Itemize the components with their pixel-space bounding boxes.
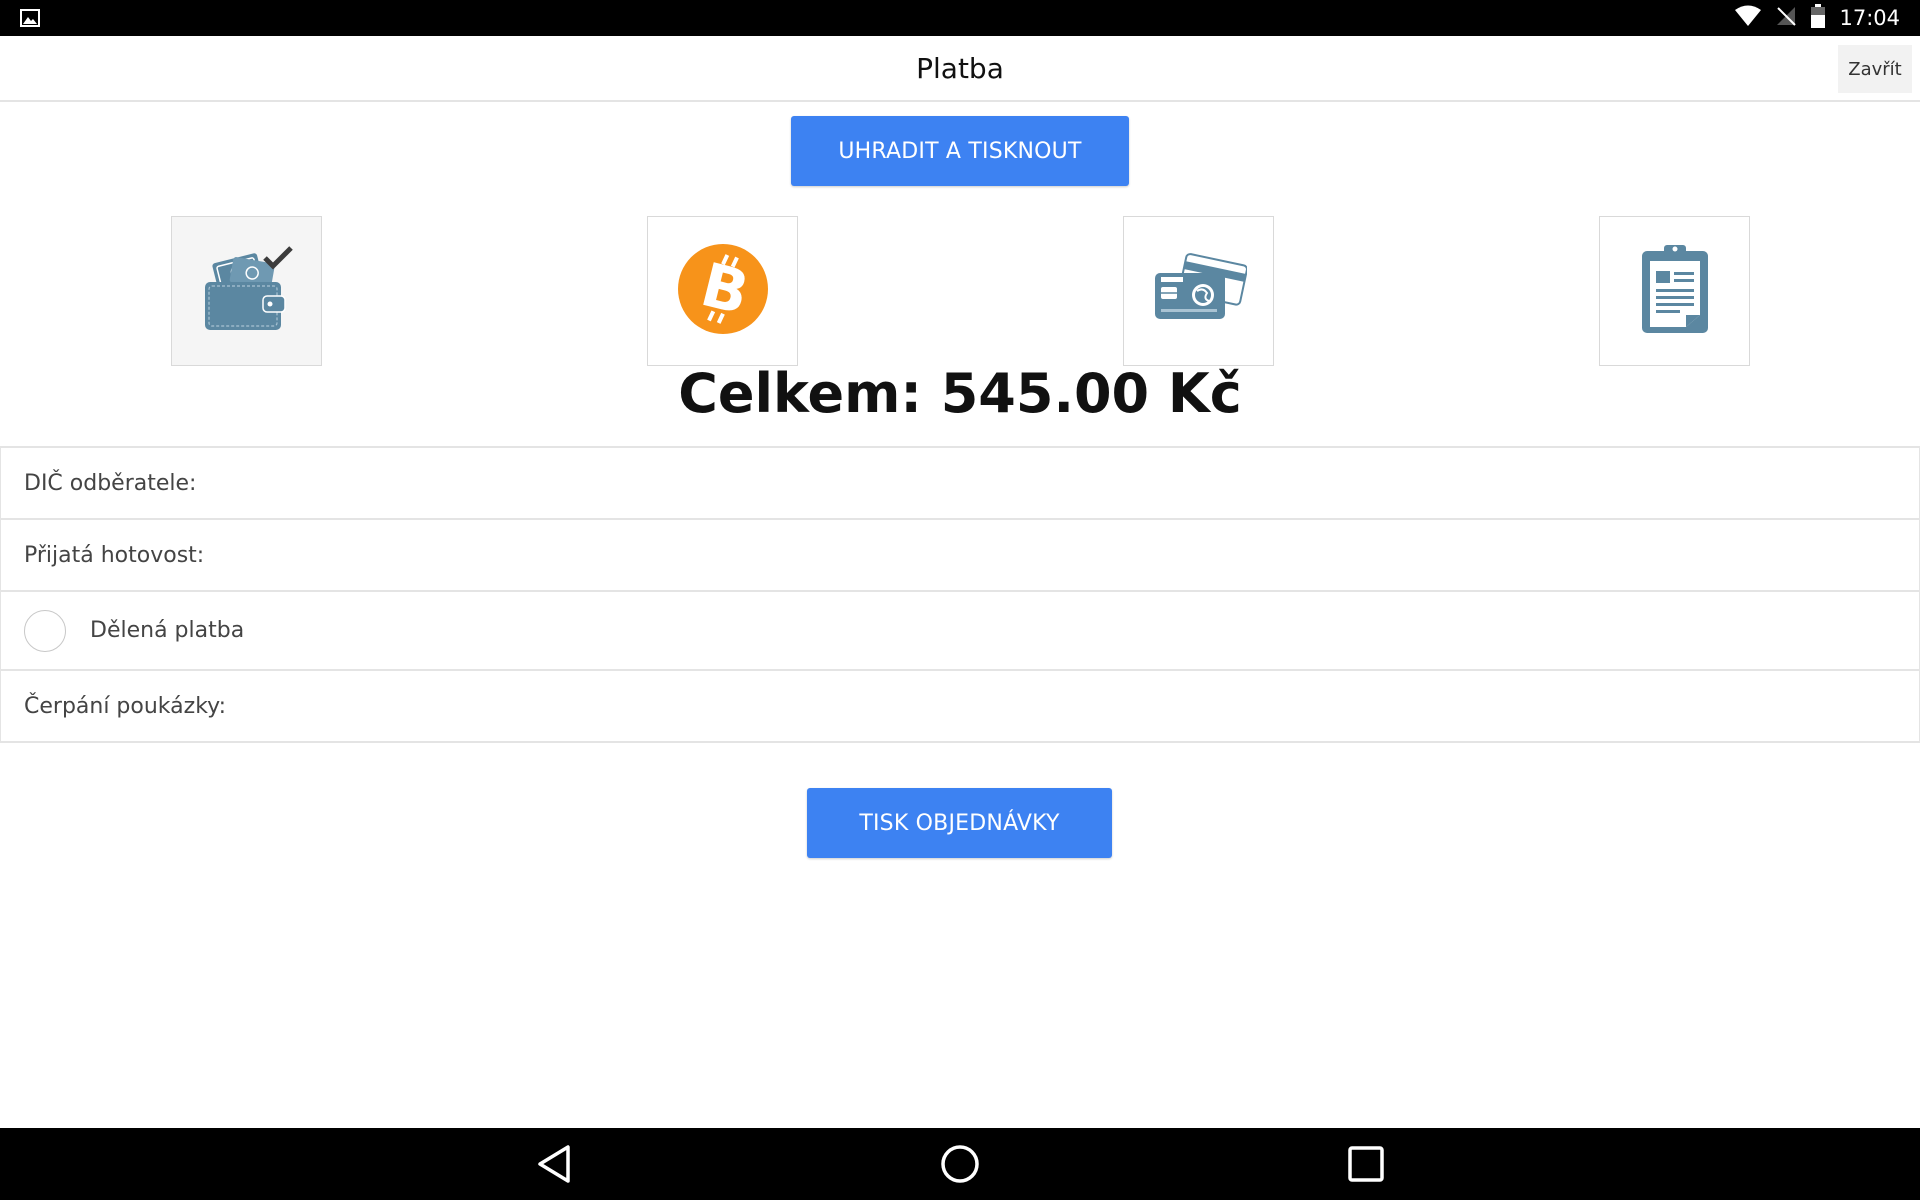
cash-received-input[interactable] xyxy=(204,520,1919,590)
payment-method-card[interactable] xyxy=(1123,216,1274,366)
payment-form: DIČ odběratele: Přijatá hotovost: Dělená… xyxy=(0,446,1920,743)
payment-method-cash[interactable] xyxy=(171,216,322,366)
back-icon[interactable] xyxy=(532,1142,576,1186)
payment-method-invoice[interactable] xyxy=(1599,216,1750,366)
customer-vat-input[interactable] xyxy=(196,448,1919,518)
order-total: Celkem: 545.00 Kč xyxy=(678,362,1242,425)
bitcoin-icon: B xyxy=(677,243,769,340)
close-button[interactable]: Zavřít xyxy=(1838,45,1912,93)
home-icon[interactable] xyxy=(938,1142,982,1186)
navigation-bar xyxy=(0,1128,1920,1200)
battery-icon xyxy=(1811,3,1826,33)
no-signal-icon xyxy=(1775,5,1797,32)
split-payment-label: Dělená platba xyxy=(90,618,245,643)
payment-method-bitcoin[interactable]: B xyxy=(647,216,798,366)
clock: 17:04 xyxy=(1839,6,1900,30)
voucher-row[interactable]: Čerpání poukázky: xyxy=(0,671,1920,743)
credit-card-icon xyxy=(1151,251,1248,332)
voucher-label: Čerpání poukázky: xyxy=(24,693,226,719)
cash-received-row[interactable]: Přijatá hotovost: xyxy=(0,520,1920,592)
print-order-button[interactable]: TISK OBJEDNÁVKY xyxy=(807,788,1112,858)
recents-icon[interactable] xyxy=(1344,1142,1388,1186)
pay-and-print-button[interactable]: UHRADIT A TISKNOUT xyxy=(791,116,1129,186)
wallet-cash-icon xyxy=(197,244,297,339)
customer-vat-label: DIČ odběratele: xyxy=(24,470,197,496)
cash-received-label: Přijatá hotovost: xyxy=(24,542,205,568)
page-title: Platba xyxy=(916,52,1004,85)
split-payment-checkbox[interactable] xyxy=(24,609,66,652)
status-bar: 17:04 xyxy=(0,0,1920,36)
wifi-icon xyxy=(1735,5,1762,32)
gallery-notification-icon xyxy=(20,8,40,33)
customer-vat-row[interactable]: DIČ odběratele: xyxy=(0,448,1920,520)
voucher-input[interactable] xyxy=(225,671,1919,741)
split-payment-row[interactable]: Dělená platba xyxy=(0,592,1920,671)
title-bar: Platba Zavřít xyxy=(0,36,1920,102)
clipboard-invoice-icon xyxy=(1640,243,1710,340)
